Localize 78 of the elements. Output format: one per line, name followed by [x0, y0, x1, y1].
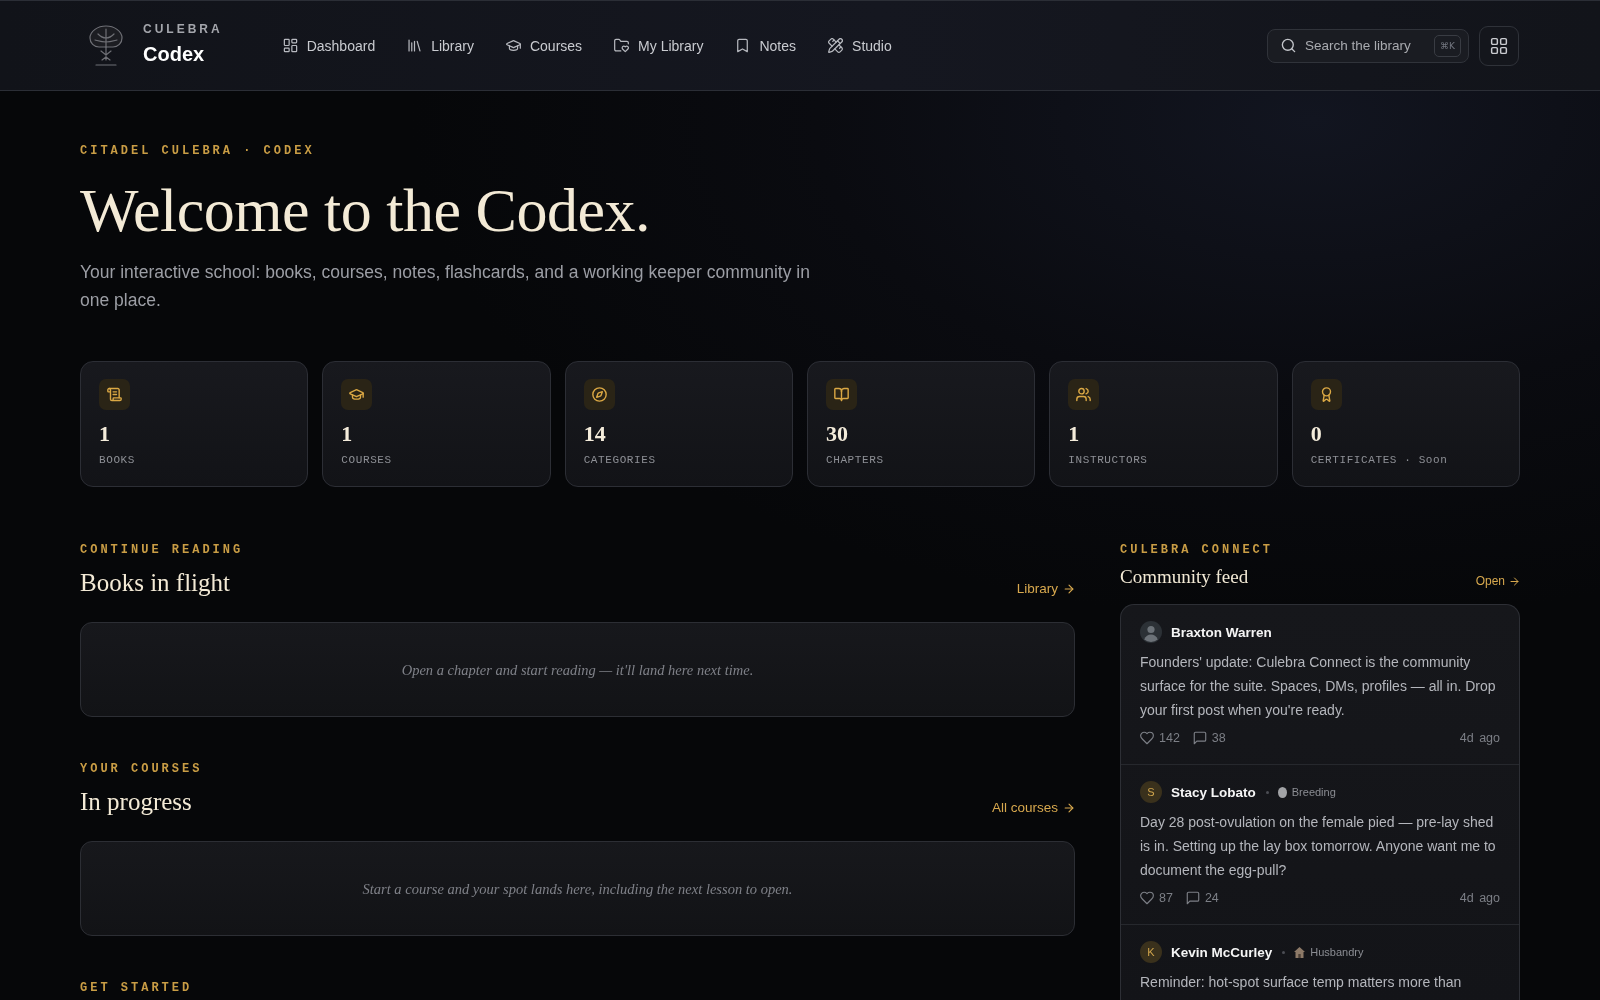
author-name[interactable]: Stacy Lobato: [1171, 784, 1256, 800]
egg-icon: [1277, 786, 1287, 798]
page-subtitle: Your interactive school: books, courses, notes, flashcards, and a working keeper community in one place.: [80, 261, 811, 312]
nav-link[interactable]: Dashboard: [282, 36, 376, 55]
stat-value: 30: [826, 421, 848, 447]
section-title: Books in flight: [80, 568, 230, 598]
award-ribbon-icon: [1310, 379, 1342, 410]
section-link[interactable]: Library: [1016, 580, 1075, 598]
nav-link[interactable]: Studio: [828, 36, 892, 55]
comment-count: 38: [1211, 730, 1226, 746]
arrow-right-icon: [1063, 802, 1075, 814]
comment-count: 24: [1204, 890, 1219, 906]
nav-link[interactable]: My Library: [614, 36, 704, 55]
brand-eyebrow: CULEBRA: [143, 21, 223, 36]
section-title: In progress: [80, 787, 192, 817]
graduation-cap-icon: [341, 379, 373, 410]
open-book-icon: [826, 379, 857, 410]
layout-grid-icon: [282, 38, 298, 53]
heart-icon[interactable]: [1140, 891, 1154, 905]
stat-value: 1: [1068, 421, 1080, 447]
author-name[interactable]: Kevin McCurley: [1171, 944, 1273, 960]
stat-label: CATEGORIES: [583, 453, 656, 467]
hero-eyebrow: CITADEL CULEBRA · CODEX: [80, 143, 315, 159]
post-text: Day 28 post-ovulation on the female pied — pre-lay shed is in. Setting up the lay box tomorrow. Anyone want me to document the egg-pull?: [1140, 813, 1497, 880]
stat-label: CHAPTERS: [826, 453, 884, 467]
post-text: Founders' update: Culebra Connect is the community surface for the suite. Spaces, DMs, profiles — all in. Drop your first post when you're ready.: [1140, 653, 1497, 720]
feed-eyebrow: CULEBRA CONNECT: [1120, 542, 1274, 558]
user-silhouette-icon: [1140, 621, 1162, 643]
search-icon: [1281, 38, 1296, 53]
comment-icon[interactable]: [1192, 731, 1207, 745]
house-icon: [1294, 946, 1306, 958]
stat-value: 1: [341, 421, 353, 447]
people-icon: [1068, 379, 1100, 410]
section-eyebrow: CONTINUE READING: [80, 542, 244, 558]
folder-heart-icon: [614, 38, 630, 53]
nav-link[interactable]: Library: [407, 36, 474, 55]
post-time: 4d ago: [1459, 890, 1500, 906]
post-time: 4d ago: [1459, 730, 1500, 746]
keyboard-shortcut: ⌘K: [1434, 34, 1461, 57]
brand-name: Codex: [143, 41, 205, 66]
tree-emblem-icon: [87, 22, 125, 69]
stat-label: CERTIFICATES · Soon: [1310, 453, 1448, 467]
compass-icon: [583, 379, 615, 410]
grid-icon: [1490, 36, 1508, 55]
comment-icon[interactable]: [1185, 891, 1200, 905]
book-spines-icon: [407, 38, 423, 53]
pencil-ruler-icon: [828, 38, 844, 53]
stat-label: INSTRUCTORS: [1068, 453, 1148, 467]
nav-link[interactable]: Notes: [735, 36, 797, 55]
arrow-right-icon: [1509, 575, 1520, 587]
empty-state-text: Start a course and your spot lands here, including the next lesson to open.: [362, 879, 793, 899]
feed-title: Community feed: [1120, 565, 1249, 589]
stat-label: COURSES: [341, 453, 392, 467]
heart-icon[interactable]: [1140, 731, 1154, 745]
graduation-cap-icon: [505, 38, 521, 53]
stat-label: BOOKS: [99, 453, 135, 467]
avatar-initial: K: [1140, 941, 1162, 963]
empty-state-text: Open a chapter and start reading — it'll land here next time.: [401, 660, 754, 680]
stat-value: 14: [583, 421, 606, 447]
page-title: Welcome to the Codex.: [80, 176, 650, 244]
like-count: 142: [1159, 730, 1180, 746]
section-eyebrow: GET STARTED: [80, 980, 193, 996]
tag-label: Husbandry: [1310, 946, 1364, 958]
avatar-initial: S: [1140, 781, 1162, 803]
post-text: Reminder: hot-spot surface temp matters more than: [1140, 973, 1463, 992]
apps-button[interactable]: [1479, 25, 1519, 66]
nav-link[interactable]: Courses: [505, 36, 583, 55]
bookmark-icon: [735, 38, 751, 53]
author-name[interactable]: Braxton Warren: [1171, 624, 1272, 640]
stat-value: 1: [99, 421, 110, 447]
stat-value: 0: [1310, 421, 1322, 447]
feed-open-link[interactable]: Open: [1475, 573, 1520, 589]
section-link[interactable]: All courses: [991, 799, 1075, 817]
scroll-icon: [99, 379, 130, 410]
arrow-right-icon: [1063, 583, 1075, 595]
section-eyebrow: YOUR COURSES: [80, 761, 203, 777]
like-count: 87: [1159, 890, 1173, 906]
tag-label: Breeding: [1291, 786, 1336, 798]
